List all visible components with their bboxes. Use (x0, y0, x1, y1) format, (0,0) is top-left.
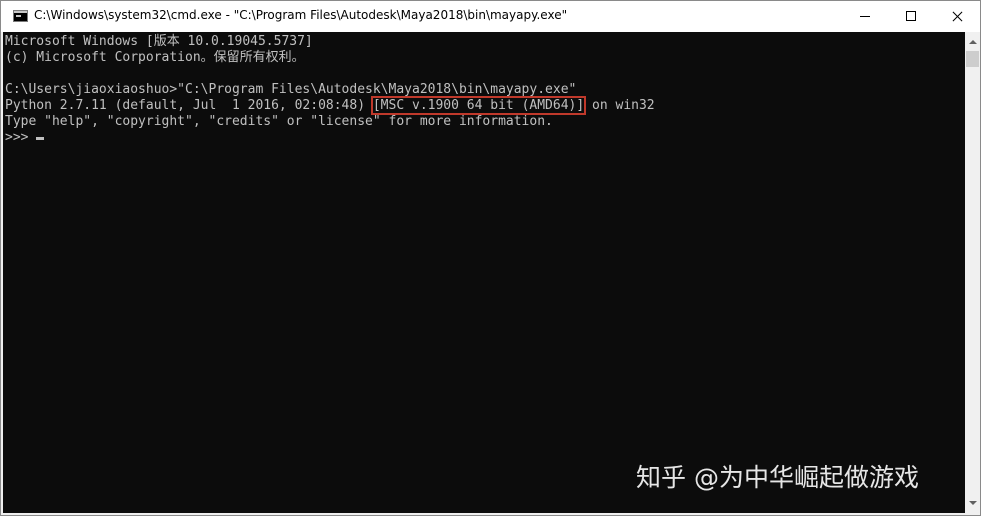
cmd-icon[interactable] (13, 10, 28, 22)
watermark: 知乎 @为中华崛起做游戏 (636, 463, 919, 492)
compiler-info-highlight: [MSC v.1900 64 bit (AMD64)] (370, 96, 587, 115)
window-title: C:\Windows\system32\cmd.exe - "C:\Progra… (34, 8, 568, 22)
python-version-line: Python 2.7.11 (default, Jul 1 2016, 02:0… (5, 96, 655, 115)
scroll-up-arrow-icon[interactable] (965, 34, 980, 50)
console-output[interactable]: Microsoft Windows [版本 10.0.19045.5737] (… (3, 32, 965, 513)
maximize-button[interactable] (888, 1, 934, 32)
platform-text: on win32 (584, 98, 655, 113)
close-button[interactable] (934, 1, 980, 32)
minimize-button[interactable] (842, 1, 888, 32)
python-prompt: >>> (5, 130, 29, 145)
console-line: Microsoft Windows [版本 10.0.19045.5737] (5, 34, 313, 49)
scroll-down-arrow-icon[interactable] (965, 495, 980, 511)
title-bar[interactable]: C:\Windows\system32\cmd.exe - "C:\Progra… (1, 1, 980, 32)
python-version-text: Python 2.7.11 (default, Jul 1 2016, 02:0… (5, 98, 373, 113)
cmd-window: C:\Windows\system32\cmd.exe - "C:\Progra… (0, 0, 981, 516)
console-line: (c) Microsoft Corporation。保留所有权利。 (5, 50, 305, 65)
vertical-scrollbar[interactable] (965, 32, 980, 513)
text-cursor (36, 137, 45, 140)
prompt-line[interactable]: >>> (5, 130, 45, 146)
scrollbar-thumb[interactable] (966, 51, 979, 67)
console-line: C:\Users\jiaoxiaoshuo>"C:\Program Files\… (5, 82, 577, 97)
console-line: Type "help", "copyright", "credits" or "… (5, 114, 553, 129)
